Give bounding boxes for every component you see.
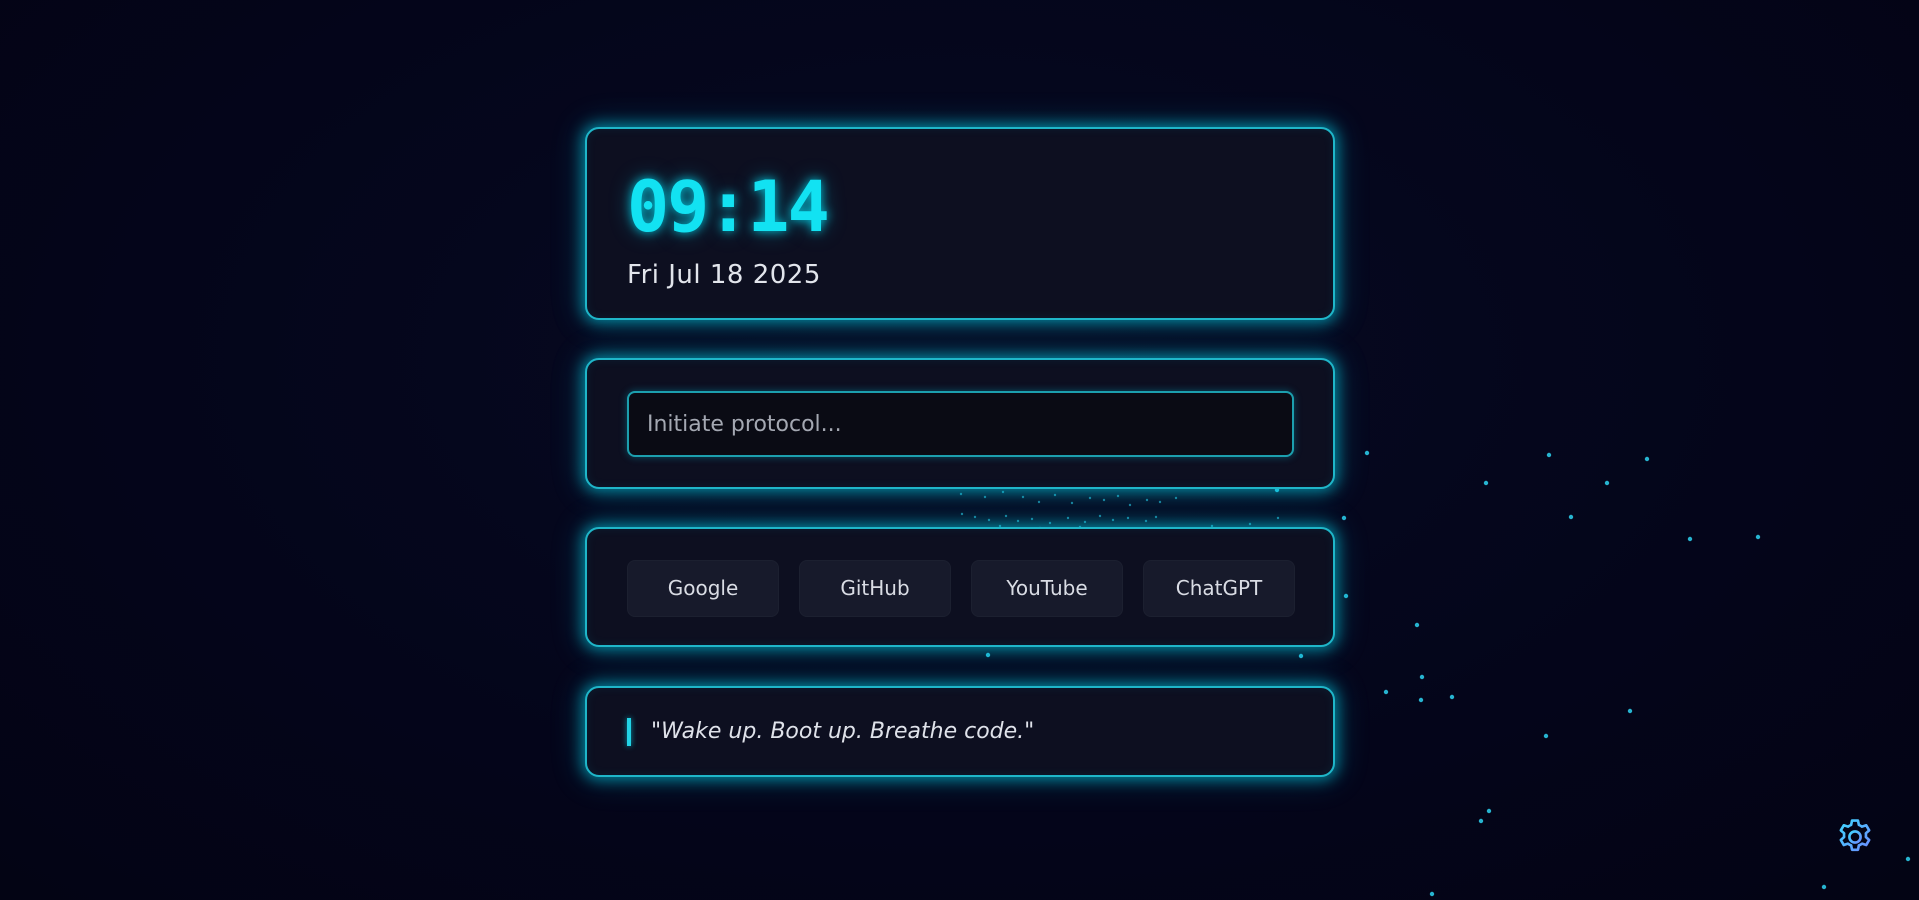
particle-dot — [1102, 498, 1106, 502]
particle-dot — [1478, 818, 1484, 824]
particle-dot — [1154, 515, 1158, 519]
particle-dot — [1486, 808, 1492, 814]
particle-dot — [1248, 522, 1252, 526]
particle-dot — [1604, 480, 1610, 486]
particle-dot — [1449, 694, 1455, 700]
particle-dot — [1546, 452, 1552, 458]
clock-time: 09:14 — [627, 166, 830, 248]
particle-dot — [1429, 891, 1435, 897]
clock-card: 09:14 Fri Jul 18 2025 — [585, 127, 1335, 320]
particle-dot — [1364, 450, 1370, 456]
particle-dot — [1083, 520, 1087, 524]
particle-dot — [1543, 733, 1549, 739]
particle-dot — [1053, 493, 1057, 497]
particle-dot — [985, 652, 991, 658]
quick-links-card: Google GitHub YouTube ChatGPT — [585, 527, 1335, 647]
particle-dot — [1483, 480, 1489, 486]
particle-dot — [1905, 856, 1911, 862]
particle-dot — [1821, 884, 1827, 890]
particle-dot — [1419, 674, 1425, 680]
particle-dot — [1418, 697, 1424, 703]
particle-dot — [1343, 593, 1349, 599]
particle-dot — [1004, 514, 1008, 518]
particle-dot — [1687, 536, 1693, 542]
particle-dot — [1276, 516, 1280, 520]
particle-dot — [1145, 498, 1149, 502]
particle-dot — [1383, 689, 1389, 695]
particle-dot — [1021, 495, 1025, 499]
particle-dot — [1627, 708, 1633, 714]
particle-dot — [1126, 516, 1130, 520]
particle-dot — [1088, 496, 1092, 500]
particle-dot — [1037, 500, 1041, 504]
particle-dot — [1414, 622, 1420, 628]
particle-dot — [1341, 515, 1347, 521]
particle-dot — [1128, 503, 1132, 507]
particle-dot — [1048, 521, 1052, 525]
quote-accent-bar — [627, 718, 631, 746]
settings-button[interactable] — [1834, 816, 1876, 858]
particle-dot — [1066, 516, 1070, 520]
link-youtube-button[interactable]: YouTube — [971, 560, 1123, 617]
search-input[interactable] — [627, 391, 1294, 457]
quote-text: "Wake up. Boot up. Breathe code." — [651, 719, 1035, 744]
particle-dot — [1098, 514, 1102, 518]
particle-dot — [1755, 534, 1761, 540]
particle-dot — [1144, 519, 1148, 523]
clock-date: Fri Jul 18 2025 — [627, 260, 821, 290]
particle-dot — [1111, 518, 1115, 522]
link-google-button[interactable]: Google — [627, 560, 779, 617]
particle-dot — [1174, 496, 1178, 500]
particle-dot — [960, 512, 964, 516]
quote-card: "Wake up. Boot up. Breathe code." — [585, 686, 1335, 777]
search-card — [585, 358, 1335, 489]
particle-dot — [987, 518, 991, 522]
particle-dot — [1070, 501, 1074, 505]
particle-dot — [1158, 500, 1162, 504]
particle-dot — [973, 515, 977, 519]
gear-icon — [1839, 819, 1871, 852]
particle-dot — [1298, 653, 1304, 659]
link-github-button[interactable]: GitHub — [799, 560, 951, 617]
particle-dot — [1016, 519, 1020, 523]
link-chatgpt-button[interactable]: ChatGPT — [1143, 560, 1295, 617]
particle-dot — [1001, 490, 1005, 494]
particle-dot — [1644, 456, 1650, 462]
new-tab-page: 09:14 Fri Jul 18 2025 Google GitHub YouT… — [0, 0, 1919, 900]
particle-dot — [959, 492, 963, 496]
particle-dot — [1030, 517, 1034, 521]
particle-dot — [1116, 494, 1120, 498]
particle-dot — [1568, 514, 1574, 520]
particle-dot — [983, 495, 987, 499]
